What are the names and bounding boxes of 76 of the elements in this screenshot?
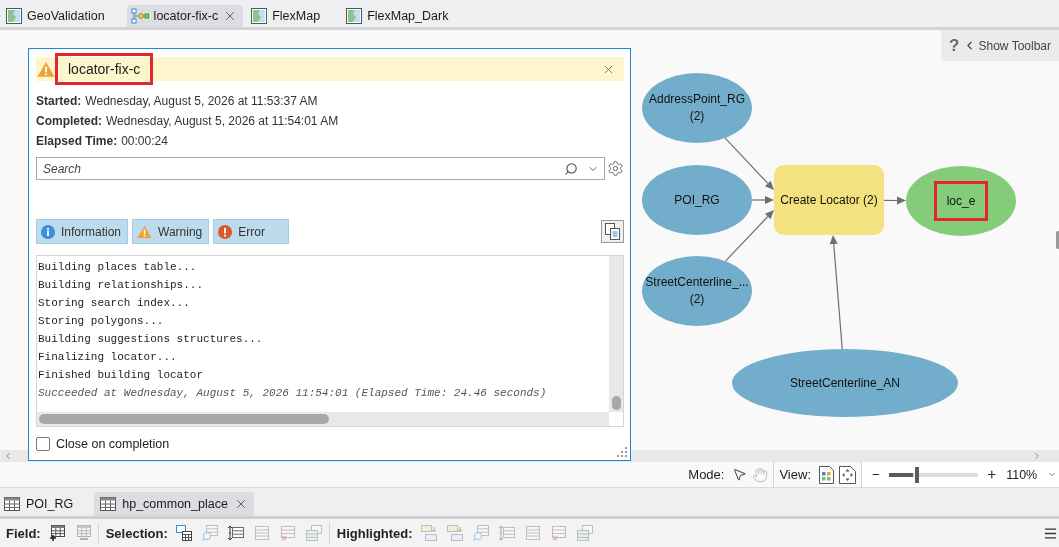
scroll-left-icon[interactable] (3, 451, 13, 461)
show-toolbar-button[interactable]: Show Toolbar (962, 38, 1051, 53)
log-line: Building relationships... (38, 278, 205, 293)
settings-icon[interactable] (607, 160, 624, 177)
scrollbar-thumb[interactable] (39, 414, 329, 424)
mode-label: Mode: (688, 467, 725, 482)
map-icon (251, 8, 268, 24)
detail-value: 00:00:24 (121, 134, 168, 148)
document-tab[interactable]: locator-fix-c (126, 5, 244, 27)
dialog-title: locator-fix-c (68, 61, 141, 77)
zoom-in-icon[interactable] (985, 468, 998, 481)
layout-grid-icon[interactable] (819, 465, 834, 484)
scroll-right-icon[interactable] (1032, 451, 1042, 461)
log-line: Building suggestions structures... (38, 332, 264, 347)
connector-arrow (751, 196, 774, 204)
filter-toggle-button[interactable]: Warning (132, 219, 210, 244)
table-tab[interactable]: POI_RG (2, 492, 92, 516)
zoom-percentage[interactable]: 110% (1006, 467, 1038, 482)
swap-rows-icon[interactable] (227, 525, 244, 541)
filter-toggle-button[interactable]: Information (36, 219, 129, 244)
table-window-icon[interactable] (175, 525, 192, 541)
vertical-scrollbar[interactable] (609, 256, 623, 412)
fit-extent-icon[interactable] (839, 465, 856, 484)
view-label: View: (779, 467, 811, 482)
document-tab[interactable]: FlexMap_Dark (342, 5, 467, 27)
filter-toggle-button[interactable]: Error (213, 219, 290, 244)
copy-document-icon (605, 223, 620, 240)
node-label: POI_RG (674, 191, 720, 209)
node-label: Create Locator (2) (780, 191, 878, 209)
warning-icon (137, 224, 153, 239)
table-tab[interactable]: hp_common_place (94, 492, 254, 516)
table-icon (4, 497, 20, 511)
table-plus-icon[interactable] (48, 525, 65, 541)
scrollbar-thumb[interactable] (611, 396, 621, 410)
warning-icon (37, 60, 55, 78)
node-label: loc_e (946, 192, 976, 210)
detail-label: Started: (36, 94, 82, 108)
node-label: AddressPoint_RG (2) (648, 91, 745, 125)
toolbar-group-label: Field: (6, 525, 41, 541)
connector-arrow (724, 137, 774, 190)
model-diagram-icon (130, 8, 149, 24)
detail-label: Completed: (36, 114, 102, 128)
toolbar-group-label: Selection: (105, 525, 168, 541)
help-button[interactable]: ? (949, 35, 960, 56)
detail-value: Wednesday, August 5, 2026 at 11:53:37 AM (85, 94, 318, 108)
node-label: StreetCenterline_... (2) (645, 274, 749, 308)
resize-grip-icon[interactable] (617, 447, 628, 457)
slider-thumb[interactable] (914, 466, 919, 483)
detail-label: Elapsed Time: (36, 134, 118, 148)
checkbox[interactable] (36, 437, 50, 451)
info-icon (41, 224, 55, 239)
document-tab[interactable]: GeoValidation (2, 5, 123, 27)
search-field[interactable]: Search (36, 157, 605, 180)
scrollbar-thumb[interactable] (1056, 231, 1059, 249)
log-line: Finished building locator (38, 368, 205, 383)
error-icon (218, 224, 233, 239)
log-line: Storing polygons... (38, 314, 165, 329)
connector-arrow (724, 210, 774, 262)
horizontal-scrollbar[interactable] (37, 412, 609, 426)
checkbox-label: Close on completion (56, 437, 170, 451)
search-icon[interactable] (564, 161, 578, 176)
map-icon (6, 8, 22, 24)
copy-button[interactable] (601, 220, 624, 243)
node-label: StreetCenterline_AN (789, 374, 901, 392)
detail-value: Wednesday, August 5, 2026 at 11:54:01 AM (106, 114, 339, 128)
pointer-icon[interactable] (732, 467, 748, 482)
connector-arrow (883, 196, 906, 205)
log-line: Succeeded at Wednesday, August 5, 2026 11:54:01 (Elapsed Time: 24.46 seconds) (38, 386, 548, 401)
log-line: Storing search index... (38, 296, 191, 311)
menu-icon[interactable] (1043, 525, 1058, 541)
log-line: Finalizing locator... (38, 350, 178, 365)
map-icon (346, 8, 363, 24)
log-line: Building places table... (38, 260, 198, 275)
table-icon (100, 497, 117, 511)
document-tab[interactable]: FlexMap (247, 5, 339, 27)
toolbar-group-label: Highlighted: (336, 525, 413, 541)
